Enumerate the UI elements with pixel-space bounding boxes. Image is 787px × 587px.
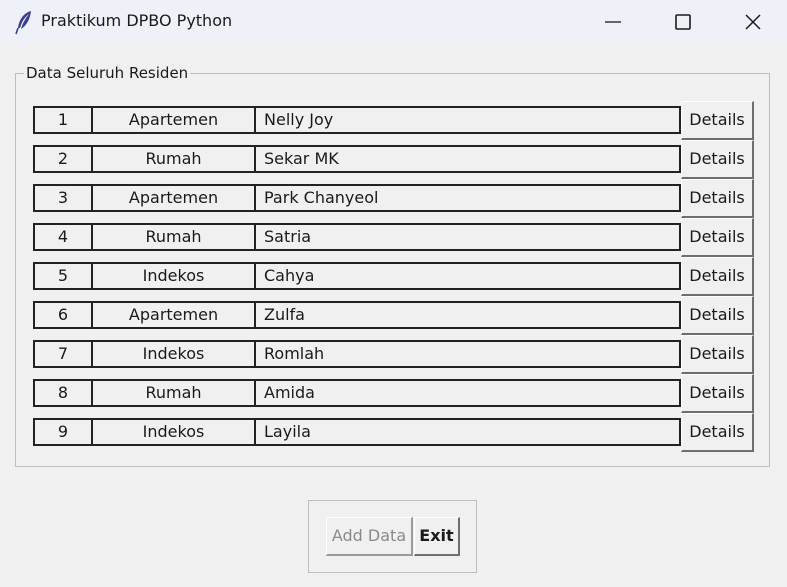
exit-button[interactable]: Exit — [414, 517, 460, 556]
resident-row: 3 Apartemen Park Chanyeol Details — [0, 179, 787, 223]
details-button[interactable]: Details — [681, 218, 754, 257]
resident-id-cell: 4 — [33, 223, 93, 251]
resident-row: 7 Indekos Romlah Details — [0, 335, 787, 379]
resident-name-cell: Zulfa — [254, 301, 681, 329]
resident-row: 2 Rumah Sekar MK Details — [0, 140, 787, 184]
resident-row: 1 Apartemen Nelly Joy Details — [0, 101, 787, 145]
details-button[interactable]: Details — [681, 101, 754, 140]
resident-name-cell: Satria — [254, 223, 681, 251]
resident-type-cell: Apartemen — [91, 301, 256, 329]
resident-name-cell: Nelly Joy — [254, 106, 681, 134]
resident-type-cell: Apartemen — [91, 184, 256, 212]
close-icon — [745, 14, 761, 30]
details-button[interactable]: Details — [681, 335, 754, 374]
resident-id-cell: 2 — [33, 145, 93, 173]
details-button[interactable]: Details — [681, 296, 754, 335]
resident-name-cell: Sekar MK — [254, 145, 681, 173]
details-button[interactable]: Details — [681, 374, 754, 413]
window-title: Praktikum DPBO Python — [41, 11, 233, 30]
minimize-button[interactable] — [578, 0, 648, 44]
resident-type-cell: Rumah — [91, 145, 256, 173]
resident-row: 4 Rumah Satria Details — [0, 218, 787, 262]
details-button[interactable]: Details — [681, 413, 754, 452]
resident-id-cell: 8 — [33, 379, 93, 407]
resident-name-cell: Romlah — [254, 340, 681, 368]
maximize-button[interactable] — [648, 0, 718, 44]
resident-type-cell: Indekos — [91, 340, 256, 368]
resident-id-cell: 6 — [33, 301, 93, 329]
resident-id-cell: 5 — [33, 262, 93, 290]
resident-id-cell: 1 — [33, 106, 93, 134]
resident-type-cell: Rumah — [91, 379, 256, 407]
resident-id-cell: 3 — [33, 184, 93, 212]
resident-name-cell: Park Chanyeol — [254, 184, 681, 212]
resident-type-cell: Rumah — [91, 223, 256, 251]
resident-type-cell: Indekos — [91, 262, 256, 290]
resident-id-cell: 9 — [33, 418, 93, 446]
close-button[interactable] — [718, 0, 787, 44]
resident-row: 8 Rumah Amida Details — [0, 374, 787, 418]
residents-frame-label: Data Seluruh Residen — [24, 64, 191, 82]
title-bar: Praktikum DPBO Python — [0, 0, 787, 44]
resident-type-cell: Indekos — [91, 418, 256, 446]
resident-row: 5 Indekos Cahya Details — [0, 257, 787, 301]
add-data-button[interactable]: Add Data — [326, 517, 413, 556]
resident-type-cell: Apartemen — [91, 106, 256, 134]
resident-name-cell: Layila — [254, 418, 681, 446]
details-button[interactable]: Details — [681, 179, 754, 218]
resident-row: 9 Indekos Layila Details — [0, 413, 787, 457]
resident-name-cell: Amida — [254, 379, 681, 407]
details-button[interactable]: Details — [681, 257, 754, 296]
resident-name-cell: Cahya — [254, 262, 681, 290]
resident-row: 6 Apartemen Zulfa Details — [0, 296, 787, 340]
maximize-icon — [675, 14, 691, 30]
feather-icon — [14, 9, 36, 35]
minimize-icon — [605, 21, 621, 23]
resident-id-cell: 7 — [33, 340, 93, 368]
details-button[interactable]: Details — [681, 140, 754, 179]
